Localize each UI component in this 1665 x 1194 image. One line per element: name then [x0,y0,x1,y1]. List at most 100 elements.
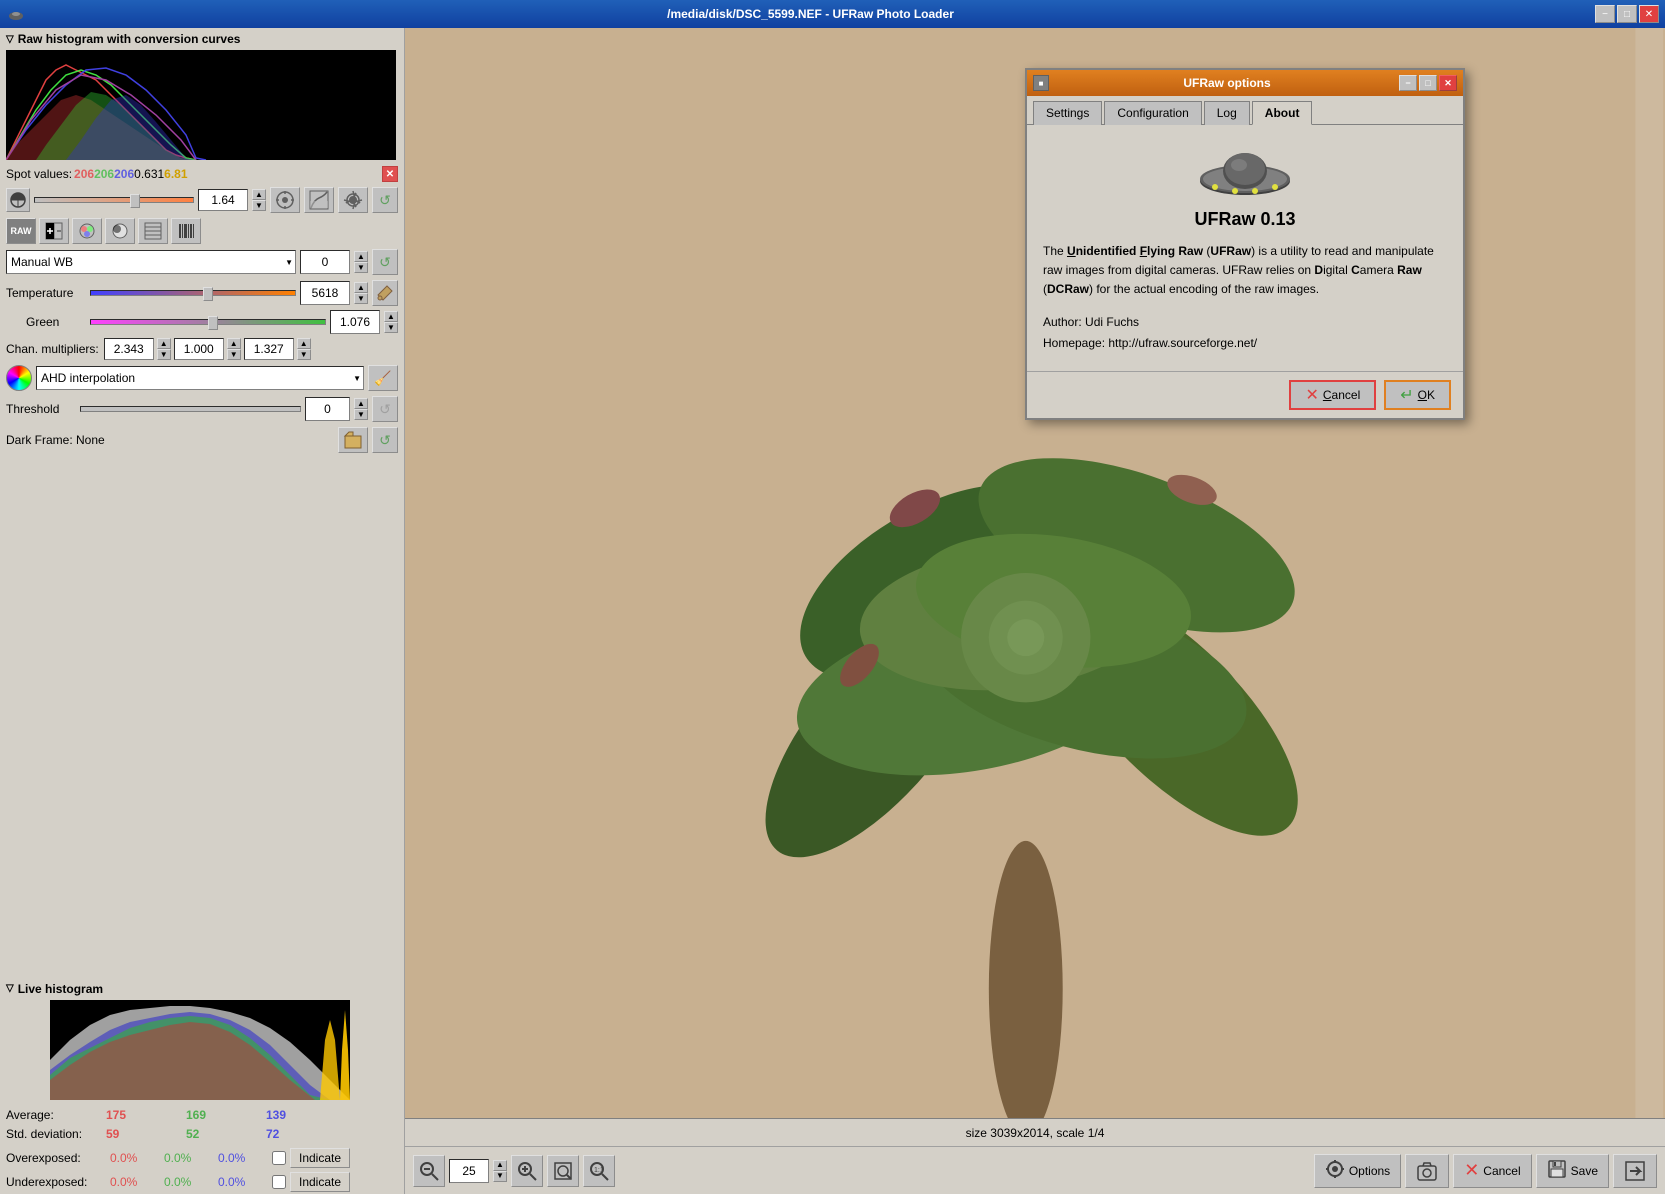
zoom-fit-button[interactable] [547,1155,579,1187]
zoom-100-button[interactable]: 1:1 [583,1155,615,1187]
reset-wb-button[interactable]: ↺ [372,249,398,275]
wb-down-button[interactable]: ▼ [354,262,368,273]
homepage-line: Homepage: http://ufraw.sourceforge.net/ [1043,333,1447,355]
eyedrop-button[interactable] [372,280,398,306]
spot-gray-value: 0.631 [134,167,164,181]
temp-down-button[interactable]: ▼ [354,293,368,304]
chan-b-input[interactable]: 1.327 [244,338,294,360]
dark-frame-label: Dark Frame: None [6,433,334,447]
green-value[interactable]: 1.076 [330,310,380,334]
dialog-minimize-button[interactable]: − [1399,75,1417,91]
settings-button[interactable] [338,187,368,213]
reset-threshold-button[interactable]: ↺ [372,396,398,422]
broom-button[interactable]: 🧹 [368,365,398,391]
options-button[interactable]: Options [1314,1154,1401,1188]
overexposed-g: 0.0% [164,1151,214,1165]
chan-g-spinner: ▲ ▼ [227,338,241,360]
dark-frame-row: Dark Frame: None ↺ [0,424,404,456]
exposure-slider[interactable] [34,197,194,203]
image-area[interactable]: ■ UFRaw options − □ ✕ Settings Configura… [405,28,1665,1118]
green-down-button[interactable]: ▼ [384,322,398,333]
wb-up-button[interactable]: ▲ [354,251,368,262]
dialog-close-button[interactable]: ✕ [1439,75,1457,91]
close-button[interactable]: ✕ [1639,5,1659,23]
spot-close-button[interactable]: ✕ [382,166,398,182]
chan-g-up[interactable]: ▲ [227,338,241,349]
exposure-icon[interactable] [6,188,30,212]
chan-g-down[interactable]: ▼ [227,349,241,360]
overexposed-indicate-button[interactable]: Indicate [290,1148,350,1168]
exposure-value[interactable]: 1.64 [198,189,248,211]
raw-histogram-canvas [6,50,396,160]
wb-value-input[interactable]: 0 [300,250,350,274]
dialog-cancel-button[interactable]: ✕ Cancel [1289,380,1376,410]
chan-label: Chan. multipliers: [6,342,99,356]
threshold-slider[interactable] [80,406,301,412]
dark-frame-open-button[interactable] [338,427,368,453]
raw-tool-button[interactable]: RAW [6,218,36,244]
exposure-up-button[interactable]: ▲ [252,189,266,200]
threshold-label: Threshold [6,402,76,416]
threshold-up[interactable]: ▲ [354,398,368,409]
curves-button[interactable] [304,187,334,213]
collapse-arrow-icon[interactable]: ▽ [6,34,14,45]
zoom-value-input[interactable]: 25 [449,1159,489,1183]
chan-r-input[interactable]: 2.343 [104,338,154,360]
zoom-down-button[interactable]: ▼ [493,1171,507,1182]
threshold-value[interactable]: 0 [305,397,350,421]
underexposed-row: Underexposed: 0.0% 0.0% 0.0% Indicate [0,1170,404,1194]
zoom-in-button[interactable] [511,1155,543,1187]
zoom-out-button[interactable] [413,1155,445,1187]
exposure-tool-button[interactable] [39,218,69,244]
underexposed-r: 0.0% [110,1175,160,1189]
minimize-button[interactable]: − [1595,5,1615,23]
dialog-maximize-button[interactable]: □ [1419,75,1437,91]
tab-about[interactable]: About [1252,101,1313,125]
chan-b-down[interactable]: ▼ [297,349,311,360]
export-button[interactable] [1613,1154,1657,1188]
overexposed-row: Overexposed: 0.0% 0.0% 0.0% Indicate [0,1146,404,1170]
dialog-about-content: UFRaw 0.13 The Unidentified Flying Raw (… [1027,125,1463,371]
tab-configuration[interactable]: Configuration [1104,101,1201,125]
wb-mode-select[interactable]: Manual WB ▼ [6,250,296,274]
reset-exposure-button[interactable]: ↺ [372,187,398,213]
underexposed-indicate-button[interactable]: Indicate [290,1172,350,1192]
temperature-row: Temperature 5618 ▲ ▼ [0,278,404,308]
reset-dark-frame-button[interactable]: ↺ [372,427,398,453]
green-up-button[interactable]: ▲ [384,311,398,322]
chan-r-down[interactable]: ▼ [157,349,171,360]
interpolation-select[interactable]: AHD interpolation ▼ [36,366,364,390]
temperature-slider[interactable] [90,290,296,296]
options-icon [1325,1159,1345,1182]
overexposed-checkbox[interactable] [272,1151,286,1165]
shoot-button[interactable] [1405,1154,1449,1188]
color-tool-button[interactable] [72,218,102,244]
exposure-down-button[interactable]: ▼ [252,200,266,211]
underexposed-checkbox[interactable] [272,1175,286,1189]
auto-exposure-button[interactable] [270,187,300,213]
chan-g-input[interactable]: 1.000 [174,338,224,360]
chan-b-up[interactable]: ▲ [297,338,311,349]
save-button[interactable]: Save [1536,1154,1609,1188]
chan-r-up[interactable]: ▲ [157,338,171,349]
zoom-up-button[interactable]: ▲ [493,1160,507,1171]
temperature-value[interactable]: 5618 [300,281,350,305]
maximize-button[interactable]: □ [1617,5,1637,23]
gamma-tool-button[interactable] [105,218,135,244]
zoom-spinner: ▲ ▼ [493,1160,507,1182]
green-slider[interactable] [90,319,326,325]
lens-tool-button[interactable] [138,218,168,244]
cancel-main-label: Cancel [1483,1164,1520,1178]
live-collapse-arrow-icon[interactable]: ▽ [6,983,14,994]
threshold-down[interactable]: ▼ [354,409,368,420]
spot-b-value: 206 [114,167,134,181]
tab-log[interactable]: Log [1204,101,1250,125]
dialog-ok-button[interactable]: ↵ OK [1384,380,1451,410]
temp-up-button[interactable]: ▲ [354,282,368,293]
save-icon [1547,1159,1567,1182]
chan-r-spinner: ▲ ▼ [157,338,171,360]
cancel-main-button[interactable]: ✕ Cancel [1453,1154,1531,1188]
tab-settings[interactable]: Settings [1033,101,1102,125]
barcode-tool-button[interactable] [171,218,201,244]
save-label: Save [1571,1164,1598,1178]
